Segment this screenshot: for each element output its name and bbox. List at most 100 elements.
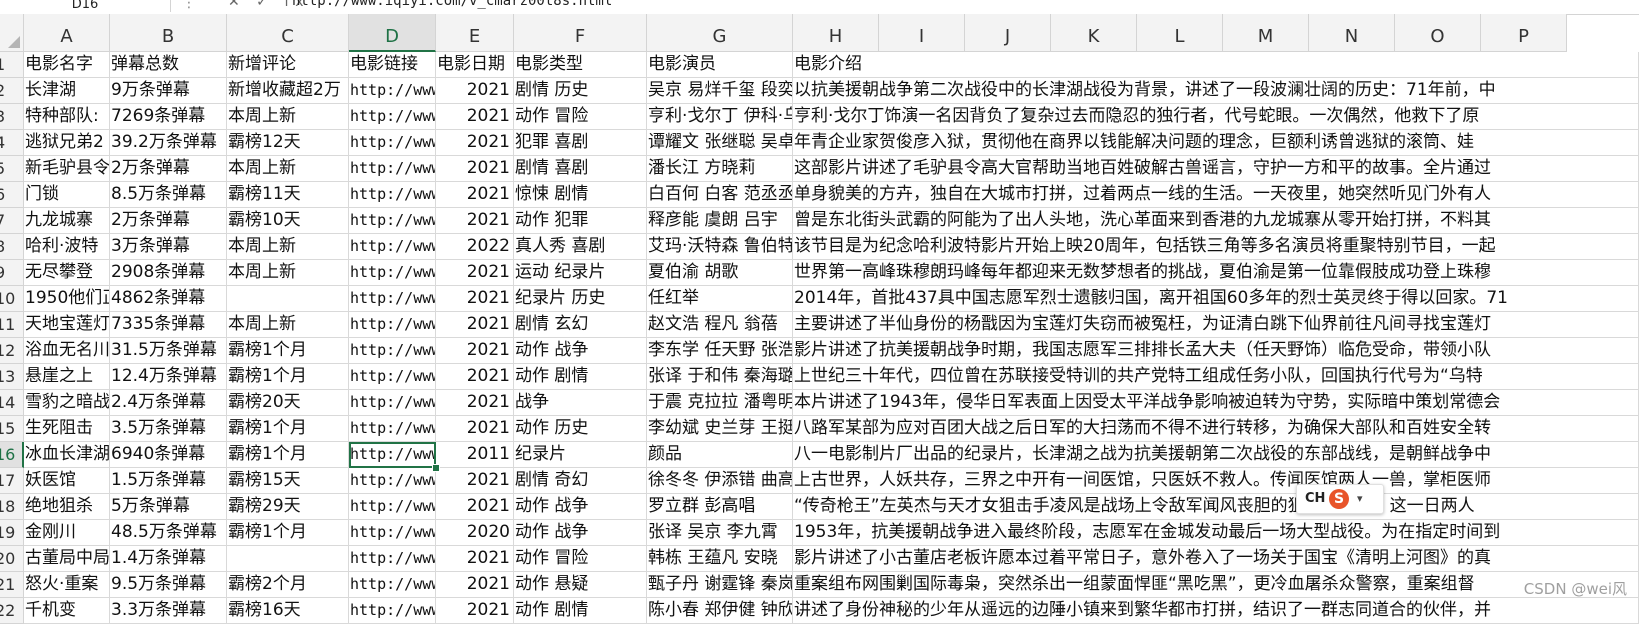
header-cell[interactable]: 电影介绍 [793,52,1639,78]
table-cell[interactable]: 霸榜20天 [227,390,349,416]
table-cell[interactable]: 逃狱兄弟2 [24,130,110,156]
table-cell[interactable]: http://www.iqiyi.com [349,468,436,494]
row-header[interactable]: 5 [0,156,24,182]
table-cell[interactable]: 2万条弹幕 [110,208,227,234]
table-cell[interactable]: 霸榜29天 [227,494,349,520]
table-cell[interactable]: 霸榜1个月 [227,364,349,390]
table-cell[interactable]: 6940条弹幕 [110,442,227,468]
table-cell[interactable]: http://www.iqiyi.com [349,442,436,468]
column-header-n[interactable]: N [1309,14,1395,52]
header-cell[interactable]: 弹幕总数 [110,52,227,78]
table-cell[interactable]: 赵文浩 程凡 翁蓓 [647,312,793,338]
table-cell[interactable]: 剧情 喜剧 [514,156,647,182]
table-cell[interactable]: 2021 [436,468,514,494]
row-header[interactable]: 20 [0,546,24,572]
table-cell[interactable]: 特种部队: [24,104,110,130]
table-cell[interactable]: 2万条弹幕 [110,156,227,182]
table-cell[interactable]: 3万条弹幕 [110,234,227,260]
table-cell[interactable]: 2021 [436,572,514,598]
table-cell[interactable]: http://www.iqiyi.com [349,260,436,286]
table-cell[interactable]: http://www.iqiyi.com [349,494,436,520]
table-cell[interactable]: http://www.iqiyi.com [349,104,436,130]
table-cell[interactable]: 悬崖之上 [24,364,110,390]
table-cell[interactable]: 2022 [436,234,514,260]
table-cell[interactable]: 陈小春 郑伊健 钟欣潼 [647,598,793,624]
table-cell[interactable]: 2021 [436,78,514,104]
row-header[interactable]: 8 [0,234,24,260]
table-cell[interactable]: 动作 悬疑 [514,572,647,598]
intro-cell[interactable]: 讲述了身份神秘的少年从遥远的边陲小镇来到繁华都市打拼，结识了一群志同道合的伙伴，… [793,598,1639,624]
table-cell[interactable]: 妖医馆 [24,468,110,494]
row-header[interactable]: 15 [0,416,24,442]
table-cell[interactable]: 2021 [436,260,514,286]
intro-cell[interactable]: 主要讲述了半仙身份的杨戬因为宝莲灯失窃而被冤枉，为证清白跳下仙界前往凡间寻找宝莲… [793,312,1639,338]
column-header-j[interactable]: J [965,14,1051,52]
table-cell[interactable]: 9万条弹幕 [110,78,227,104]
table-cell[interactable]: 1950他们正年轻 [24,286,110,312]
table-cell[interactable]: 动作 犯罪 [514,208,647,234]
intro-cell[interactable]: 八一电影制片厂出品的纪录片，长津湖之战为抗美援朝第二次战役的东部战线，是朝鲜战争… [793,442,1639,468]
intro-cell[interactable]: 该节目是为纪念哈利波特影片开始上映20周年，包括铁三角等多名演员将重聚特别节目，… [793,234,1639,260]
table-cell[interactable]: http://www.iqiyi.com [349,156,436,182]
row-header[interactable]: 11 [0,312,24,338]
ime-logo-icon[interactable]: S [1329,489,1349,509]
table-cell[interactable]: 动作 战争 [514,494,647,520]
table-cell[interactable]: 长津湖 [24,78,110,104]
row-header[interactable]: 13 [0,364,24,390]
header-cell[interactable]: 电影日期 [436,52,514,78]
header-cell[interactable]: 电影演员 [647,52,793,78]
column-header-g[interactable]: G [647,14,793,52]
table-cell[interactable]: 本周上新 [227,312,349,338]
table-cell[interactable]: 动作 战争 [514,520,647,546]
intro-cell[interactable]: 2014年，首批437具中国志愿军烈士遗骸归国，离开祖国60多年的烈士英灵终于得… [793,286,1639,312]
table-cell[interactable]: http://www.iqiyi.com [349,390,436,416]
table-cell[interactable]: 5万条弹幕 [110,494,227,520]
table-cell[interactable]: http://www.iqiyi.com [349,598,436,624]
row-header[interactable]: 2 [0,78,24,104]
intro-cell[interactable]: 以抗美援朝战争第二次战役中的长津湖战役为背景，讲述了一段波澜壮阔的历史：71年前… [793,78,1639,104]
table-cell[interactable]: 2021 [436,156,514,182]
table-cell[interactable]: 吴京 易烊千玺 段奕宏 [647,78,793,104]
table-cell[interactable]: 1.4万条弹幕 [110,546,227,572]
table-cell[interactable]: 霸榜1个月 [227,338,349,364]
table-cell[interactable]: 2020 [436,520,514,546]
intro-cell[interactable]: 上世纪三十年代，四位曾在苏联接受特训的共产党特工组成任务小队，回国执行代号为“乌… [793,364,1639,390]
intro-cell[interactable]: 重案组布网围剿国际毒枭，突然杀出一组蒙面悍匪“黑吃黑”，更冷血屠杀众警察，重案组… [793,572,1639,598]
table-cell[interactable]: 2021 [436,312,514,338]
table-cell[interactable]: http://www.iqiyi.com [349,520,436,546]
table-cell[interactable]: 动作 冒险 [514,104,647,130]
table-cell[interactable]: 门锁 [24,182,110,208]
table-cell[interactable]: http://www.iqiyi.com [349,182,436,208]
table-cell[interactable]: 霸榜16天 [227,598,349,624]
table-cell[interactable]: 九龙城寨 [24,208,110,234]
table-cell[interactable]: 亨利·戈尔丁 伊科·乌维斯 [647,104,793,130]
column-header-m[interactable]: M [1223,14,1309,52]
table-cell[interactable]: 霸榜1个月 [227,442,349,468]
table-cell[interactable]: http://www.iqiyi.com [349,338,436,364]
column-header-h[interactable]: H [793,14,879,52]
table-cell[interactable]: 7269条弹幕 [110,104,227,130]
intro-cell[interactable]: 1953年，抗美援朝战争进入最终阶段，志愿军在金城发动最后一场大型战役。为在指定… [793,520,1639,546]
table-cell[interactable]: 动作 战争 [514,338,647,364]
table-cell[interactable]: 2021 [436,390,514,416]
column-header-f[interactable]: F [514,14,647,52]
table-cell[interactable]: 雪豹之暗战 [24,390,110,416]
table-cell[interactable]: 2908条弹幕 [110,260,227,286]
row-header[interactable]: 16 [0,442,24,468]
table-cell[interactable]: 动作 剧情 [514,598,647,624]
table-cell[interactable]: 犯罪 喜剧 [514,130,647,156]
table-cell[interactable]: 李东学 任天野 张浩 [647,338,793,364]
row-header[interactable]: 12 [0,338,24,364]
table-cell[interactable]: 生死阻击 [24,416,110,442]
table-cell[interactable]: 新毛驴县令 [24,156,110,182]
intro-cell[interactable]: 曾是东北街头武霸的阿能为了出人头地，洗心革面来到香港的九龙城寨从零开始打拼，不料… [793,208,1639,234]
intro-cell[interactable]: 影片讲述了小古董店老板许愿本过着平常日子，意外卷入了一场关于国宝《清明上河图》的… [793,546,1639,572]
table-cell[interactable]: 8.5万条弹幕 [110,182,227,208]
table-cell[interactable]: 本周上新 [227,234,349,260]
table-cell[interactable]: 2011 [436,442,514,468]
table-cell[interactable]: 48.5万条弹幕 [110,520,227,546]
row-header[interactable]: 4 [0,130,24,156]
table-cell[interactable]: 徐冬冬 伊添错 曲高 [647,468,793,494]
table-cell[interactable]: http://www.iqiyi.com [349,208,436,234]
table-cell[interactable]: 2021 [436,598,514,624]
